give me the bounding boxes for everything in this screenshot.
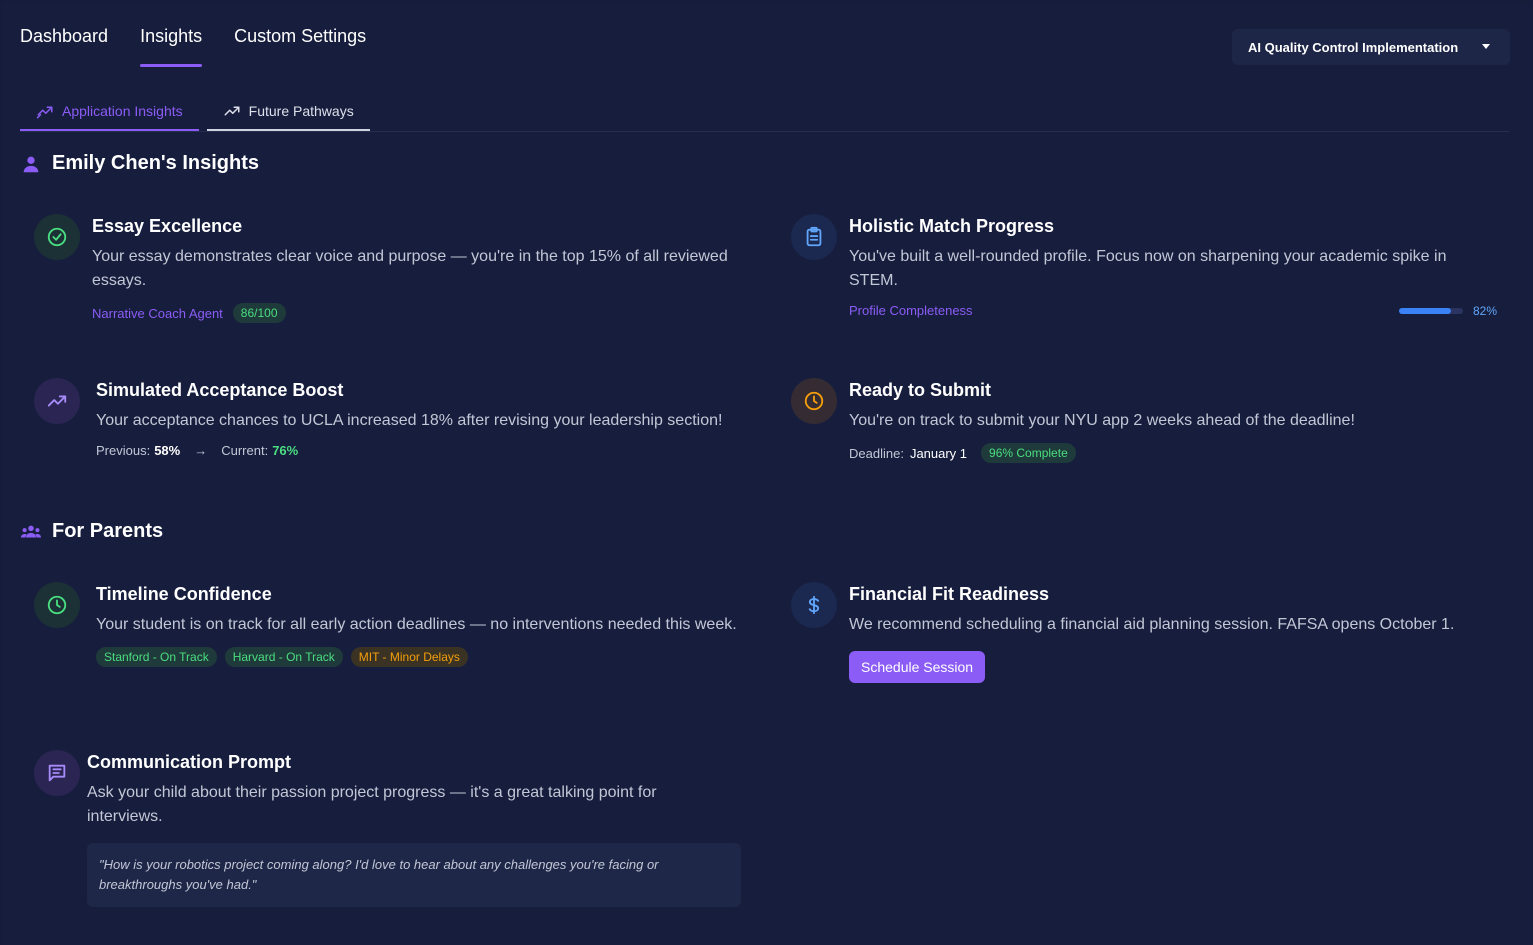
card-body: Financial Fit Readiness We recommend sch… [849,582,1454,683]
card-text: You've built a well-rounded profile. Foc… [849,248,1447,289]
clock-icon [47,595,67,615]
progress-bar [1398,307,1463,314]
card-body: Ready to Submit You're on track to submi… [849,378,1355,463]
card-body: Essay Excellence Your essay demonstrates… [92,214,744,323]
card-communication-prompt: Communication Prompt Ask your child abou… [34,750,744,907]
card-title: Simulated Acceptance Boost [96,380,344,400]
card-text: Your essay demonstrates clear voice and … [92,248,728,289]
card-body: Simulated Acceptance Boost Your acceptan… [96,378,722,458]
person-icon [23,156,39,172]
chevron-down-icon [1482,44,1490,49]
card-body: Holistic Match Progress You've built a w… [849,214,1497,318]
progress-group: 82% [1398,303,1497,318]
profile-completeness-label: Profile Completeness [849,303,973,318]
deadline-value: January 1 [909,445,968,461]
card-body: Communication Prompt Ask your child abou… [87,750,741,907]
tab-custom-settings[interactable]: Custom Settings [234,26,366,67]
card-title: Essay Excellence [92,216,243,236]
arrow-right-icon: → [194,443,208,458]
subtab-label: Future Pathways [248,102,354,119]
agent-link[interactable]: Narrative Coach Agent [92,306,223,321]
dropdown-selected: AI Quality Control Implementation [1248,39,1459,55]
subtab-application-insights[interactable]: Application Insights [20,92,199,131]
suggested-quote: "How is your robotics project coming alo… [87,843,741,907]
card-holistic-match: Holistic Match Progress You've built a w… [791,214,1497,318]
tag-stanford: Stanford - On Track [96,647,217,667]
section-title-text: Emily Chen's Insights [52,152,260,174]
card-acceptance-boost: Simulated Acceptance Boost Your acceptan… [34,378,744,458]
previous-label: Previous: [96,443,151,458]
card-title: Ready to Submit [849,380,992,400]
dollar-icon [808,595,820,615]
card-meta: Narrative Coach Agent 86/100 [92,303,744,323]
previous-value: 58% [154,443,181,458]
current-label: Current: [221,443,269,458]
card-icon [791,582,837,628]
card-icon [791,214,837,260]
parents-section-title: For Parents [20,520,163,543]
card-meta: Profile Completeness 82% [849,303,1497,318]
clipboard-icon [806,226,822,247]
card-icon [34,214,80,260]
card-title: Holistic Match Progress [849,216,1055,236]
card-text: Ask your child about their passion proje… [87,784,657,825]
subtab-label: Application Insights [62,102,183,119]
card-icon [34,750,80,796]
card-meta: Stanford - On Track Harvard - On Track M… [96,647,737,667]
message-icon [48,764,66,782]
insights-chart-icon [36,106,53,118]
group-icon [20,525,42,537]
tag-harvard: Harvard - On Track [224,647,343,667]
card-ready-to-submit: Ready to Submit You're on track to submi… [791,378,1497,463]
schedule-session-button[interactable]: Schedule Session [849,651,986,683]
sub-tabs: Application Insights Future Pathways [20,92,1509,132]
card-title: Financial Fit Readiness [849,584,1050,604]
clock-icon [804,391,824,411]
card-timeline-confidence: Timeline Confidence Your student is on t… [34,582,744,667]
tab-insights[interactable]: Insights [140,26,203,67]
card-text: Your student is on track for all early a… [96,616,737,633]
project-dropdown[interactable]: AI Quality Control Implementation [1232,29,1510,65]
tag-mit: MIT - Minor Delays [350,647,468,667]
trending-up-icon [224,106,240,115]
card-essay-excellence: Essay Excellence Your essay demonstrates… [34,214,744,323]
complete-badge: 96% Complete [981,443,1076,463]
subtab-future-pathways[interactable]: Future Pathways [206,92,370,131]
card-body: Timeline Confidence Your student is on t… [96,582,737,667]
app-frame: Dashboard Insights Custom Settings AI Qu… [2,2,1531,945]
progress-fill [1398,307,1452,314]
card-meta: Deadline: January 1 96% Complete [849,443,1355,463]
current-value: 76% [272,443,299,458]
top-nav: Dashboard Insights Custom Settings [20,26,366,67]
card-text: Your acceptance chances to UCLA increase… [96,412,723,429]
progress-percent: 82% [1472,303,1497,318]
trending-up-icon [47,395,67,407]
score-badge: 86/100 [232,303,286,323]
card-icon [34,378,80,424]
card-title: Communication Prompt [87,752,292,772]
card-meta: Previous: 58% → Current: 76% [96,443,722,458]
card-title: Timeline Confidence [96,584,272,604]
card-icon [34,582,80,628]
check-circle-icon [47,227,67,247]
card-text: We recommend scheduling a financial aid … [849,616,1455,633]
student-section-title: Emily Chen's Insights [20,152,259,175]
card-text: You're on track to submit your NYU app 2… [849,412,1355,429]
deadline-label: Deadline: [849,445,904,461]
card-icon [791,378,837,424]
tab-dashboard[interactable]: Dashboard [20,26,108,67]
section-title-text: For Parents [52,520,164,542]
card-financial-fit: Financial Fit Readiness We recommend sch… [791,582,1497,683]
